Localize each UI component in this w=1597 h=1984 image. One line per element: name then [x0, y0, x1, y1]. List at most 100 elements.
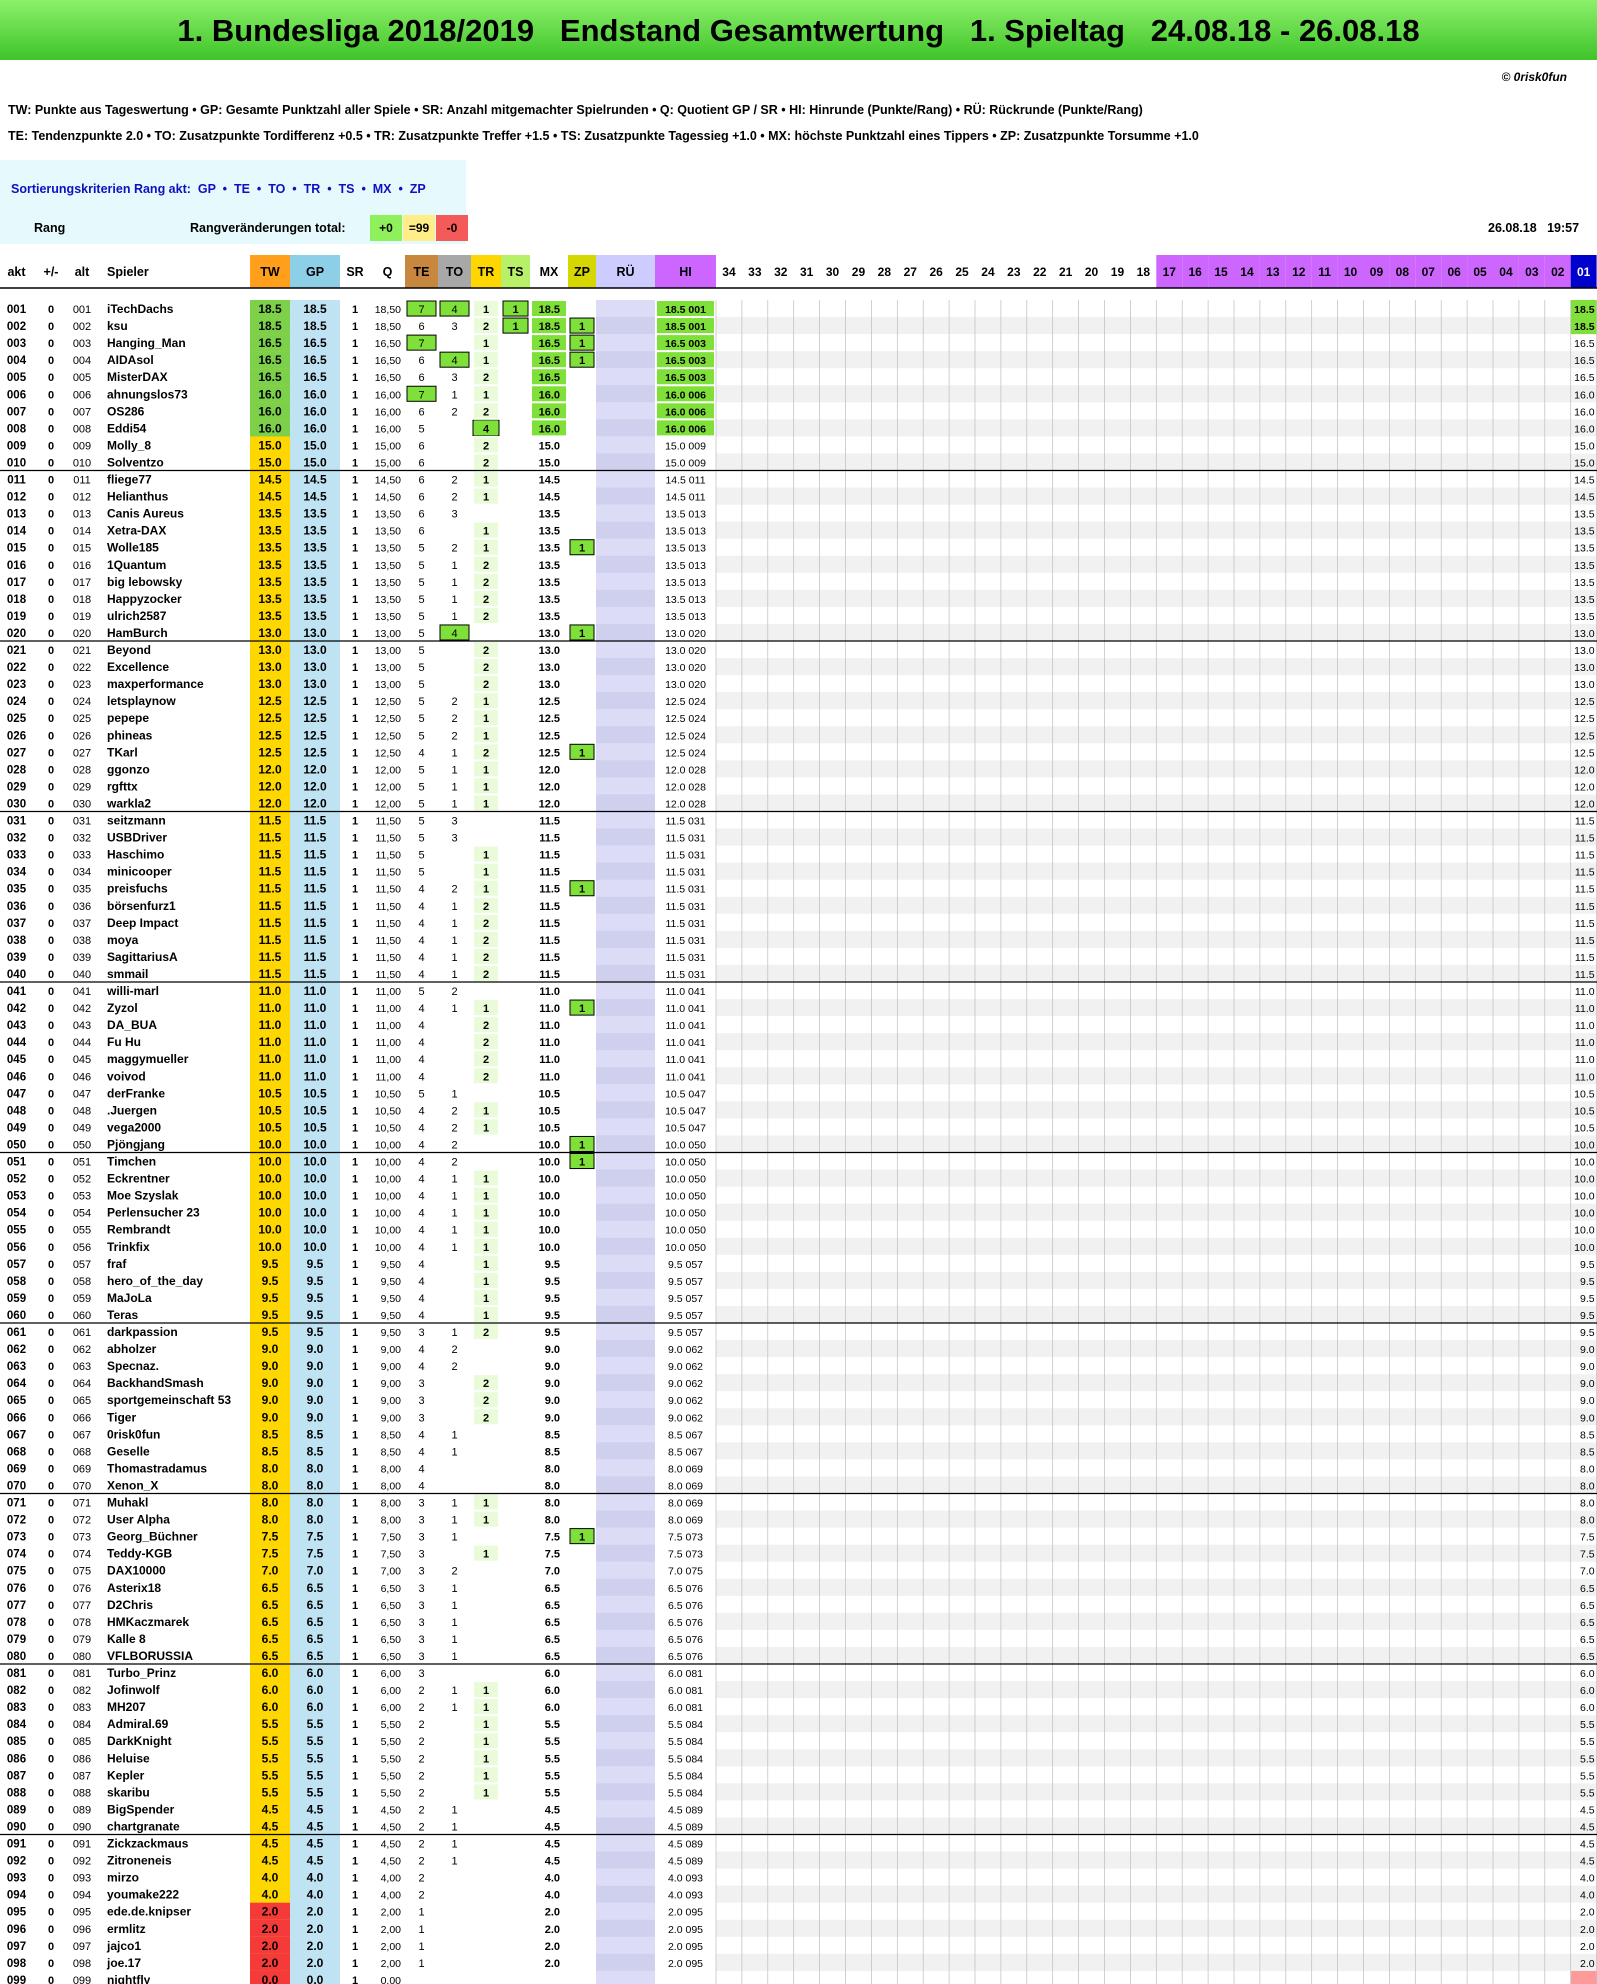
cell-pm: 0	[48, 1804, 54, 1816]
cell-q: 9,00	[381, 1395, 402, 1407]
cell-te: 2	[418, 1804, 424, 1816]
cell-pm: 0	[48, 901, 54, 913]
cell-sp: Xenon_X	[107, 1478, 158, 1492]
cell-sr: 1	[352, 1856, 358, 1868]
cell-hi: 9.0 062	[668, 1412, 703, 1424]
cell-mx: 13.5	[539, 509, 560, 521]
cell-pm: 0	[48, 1020, 54, 1032]
ru-cell	[596, 1885, 655, 1903]
cell-akt: 091	[7, 1839, 27, 1851]
cell-tr: 1	[483, 543, 489, 555]
cell-te: 5	[418, 577, 424, 589]
cell-tr: 1	[483, 1685, 489, 1697]
cell-mx: 7.5	[545, 1549, 560, 1561]
cell-sr: 1	[352, 1975, 358, 1984]
cell-tw: 15.0	[258, 438, 282, 452]
cell-hi: 5.5 084	[668, 1736, 703, 1748]
cell-alt: 062	[73, 1344, 91, 1356]
cell-tw: 8.0	[262, 1513, 279, 1527]
cell-alt: 086	[73, 1753, 91, 1765]
cell-spieltag-01: 16.5	[1574, 372, 1595, 384]
cell-spieltag-01: 13.0	[1574, 662, 1595, 674]
cell-q: 13,50	[375, 560, 401, 572]
cell-alt: 035	[73, 884, 91, 896]
cell-to: 1	[451, 594, 457, 606]
cell-sp: warkla2	[106, 796, 151, 810]
cell-pm: 0	[48, 1003, 54, 1015]
cell-gp: 14.5	[303, 490, 327, 504]
ru-cell	[596, 760, 655, 778]
cell-pm: 0	[48, 1344, 54, 1356]
cell-akt: 089	[7, 1804, 26, 1816]
cell-tr: 2	[483, 1054, 489, 1066]
cell-hi: 8.0 069	[668, 1515, 703, 1527]
cell-alt: 050	[73, 1139, 91, 1151]
spieltag-label-24: 24	[981, 265, 995, 279]
cell-akt: 038	[7, 935, 27, 947]
cell-sr: 1	[352, 1873, 358, 1885]
cell-spieltag-01: 12.0	[1574, 781, 1595, 793]
cell-q: 7,00	[381, 1566, 402, 1578]
cell-spieltag-01: 9.5	[1580, 1276, 1595, 1288]
cell-tw: 12.5	[258, 711, 282, 725]
cell-tw: 11.5	[259, 882, 282, 896]
cell-sr: 1	[352, 1566, 358, 1578]
cell-q: 10,50	[375, 1088, 401, 1100]
cell-to: 1	[451, 1804, 457, 1816]
cell-alt: 003	[73, 338, 91, 350]
cell-pm: 0	[48, 1191, 54, 1203]
cell-te: 3	[418, 1412, 424, 1424]
cell-sr: 1	[352, 1020, 358, 1032]
cell-tw: 8.0	[262, 1478, 279, 1492]
cell-sp: skaribu	[107, 1785, 150, 1799]
cell-akt: 096	[7, 1924, 26, 1936]
cell-sp: chartgranate	[107, 1819, 180, 1833]
cell-q: 9,50	[381, 1259, 402, 1271]
cell-sp: Happyzocker	[107, 592, 182, 606]
cell-tw: 4.0	[262, 1871, 279, 1885]
cell-tr: 1	[483, 304, 489, 316]
cell-hi: 13.5 013	[665, 560, 706, 572]
cell-alt: 047	[73, 1088, 91, 1100]
cell-akt: 055	[7, 1225, 27, 1237]
cell-tw: 2.0	[262, 1956, 279, 1970]
cell-alt: 026	[73, 730, 91, 742]
cell-sp: nightfly	[107, 1973, 151, 1984]
cell-sr: 1	[352, 798, 358, 810]
cell-alt: 038	[73, 935, 91, 947]
cell-tr: 1	[483, 713, 489, 725]
cell-alt: 042	[73, 1003, 91, 1015]
cell-hi: 16.5 003	[665, 355, 706, 367]
cell-tw: 11.0	[259, 1052, 282, 1066]
cell-alt: 011	[73, 475, 91, 487]
cell-q: 9,50	[381, 1310, 402, 1322]
cell-akt: 064	[7, 1378, 27, 1390]
cell-to: 2	[451, 1122, 457, 1134]
cell-pm: 0	[48, 1941, 54, 1953]
cell-alt: 007	[73, 406, 91, 418]
cell-tr: 2	[483, 1327, 489, 1339]
cell-gp: 4.5	[307, 1854, 324, 1868]
cell-gp: 11.0	[304, 1052, 327, 1066]
cell-mx: 9.0	[545, 1378, 560, 1390]
cell-sr: 1	[352, 1208, 358, 1220]
cell-akt: 093	[7, 1873, 26, 1885]
cell-pm: 0	[48, 645, 54, 657]
cell-alt: 072	[73, 1515, 91, 1527]
ru-cell	[596, 521, 655, 539]
cell-q: 4,50	[381, 1856, 402, 1868]
cell-gp: 5.5	[307, 1734, 324, 1748]
cell-pm: 0	[48, 1208, 54, 1220]
spieltag-label-22: 22	[1033, 265, 1047, 279]
cell-sr: 1	[352, 1839, 358, 1851]
cell-tw: 2.0	[262, 1922, 279, 1936]
cell-sp: sportgemeinschaft 53	[107, 1393, 231, 1407]
cell-te: 6	[418, 492, 424, 504]
cell-mx: 10.0	[539, 1157, 560, 1169]
cell-hi: 9.5 057	[668, 1259, 703, 1271]
ru-cell	[596, 709, 655, 727]
spieltag-label-18: 18	[1137, 265, 1151, 279]
cell-spieltag-01: 5.5	[1580, 1787, 1595, 1799]
cell-tw: 4.5	[262, 1837, 279, 1851]
ru-cell	[596, 555, 655, 573]
